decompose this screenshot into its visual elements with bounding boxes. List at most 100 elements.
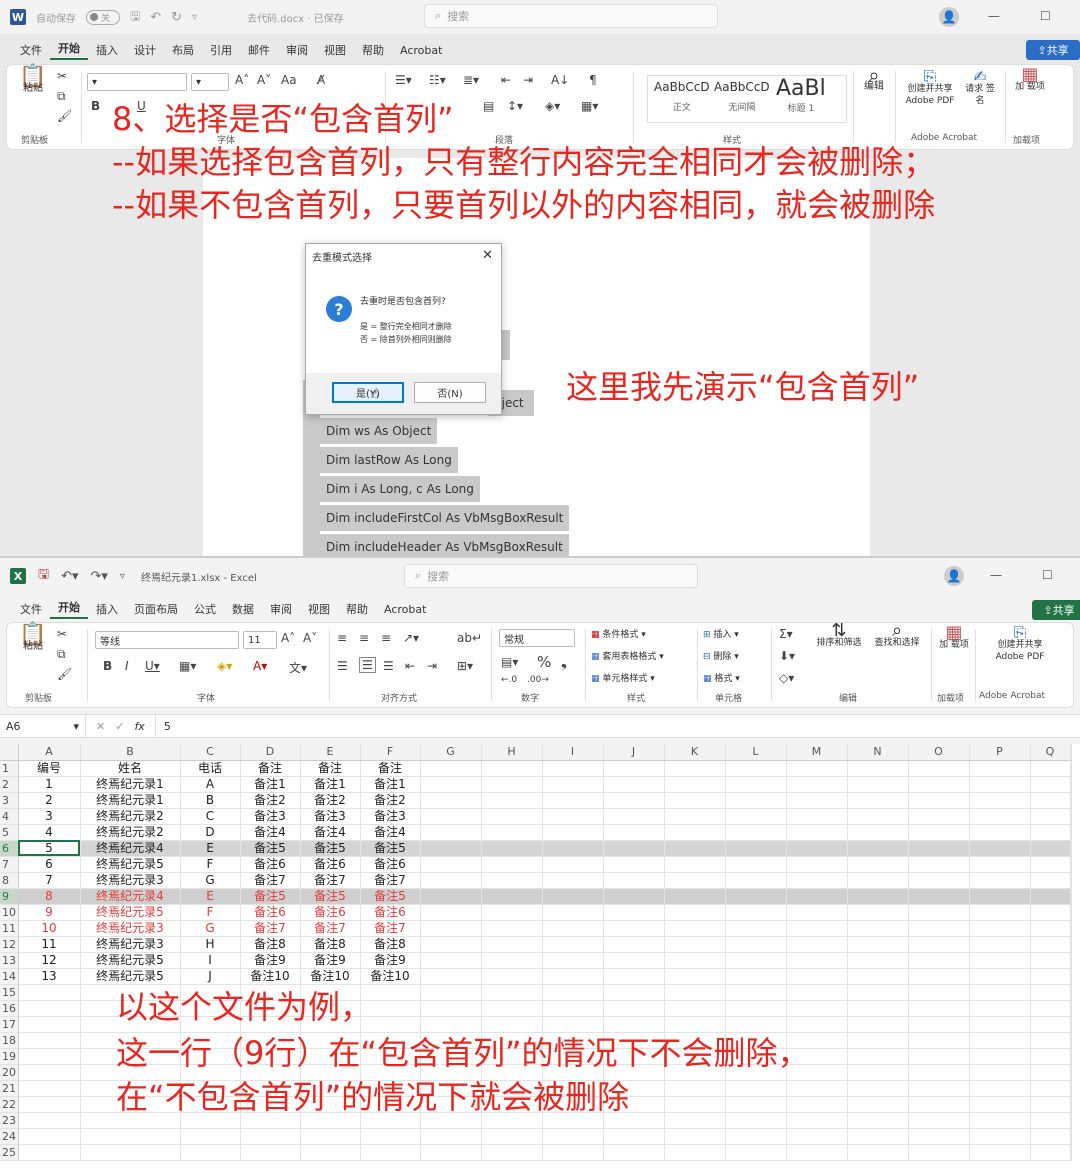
cell[interactable]: 备注7 [360,872,421,889]
cell[interactable] [1030,1048,1071,1065]
cell[interactable] [908,1064,970,1081]
cell[interactable] [725,760,787,777]
save-icon[interactable]: 🖫 [130,7,140,28]
underline-icon[interactable]: U▾ [145,659,160,673]
cell[interactable] [664,968,726,985]
row-header[interactable]: 11 [0,920,19,937]
cell[interactable] [18,1064,81,1081]
cell[interactable]: G [180,872,241,889]
cell[interactable] [1030,1016,1071,1033]
cell[interactable] [847,824,909,841]
cell[interactable] [847,776,909,793]
align-top-icon[interactable]: ≡ [337,631,347,645]
cell-style-button[interactable]: ▦ 单元格样式 ▾ [591,673,655,685]
cell[interactable] [542,776,604,793]
row-header[interactable]: 17 [0,1016,19,1033]
paste-button[interactable]: 📋 粘贴 [15,66,51,95]
name-box[interactable]: A6 ▾ [0,715,86,737]
cell[interactable] [1070,840,1072,857]
cell[interactable] [603,872,665,889]
excel-search-box[interactable]: ⌕ 搜索 [404,564,698,588]
cell[interactable] [664,952,726,969]
cell[interactable]: 8 [18,888,81,905]
cell[interactable] [542,1128,604,1145]
cell[interactable] [18,1048,81,1065]
row-header[interactable]: 10 [0,904,19,921]
decrease-decimal-icon[interactable]: .00→ [527,675,549,685]
column-header[interactable]: P [969,744,1031,761]
cell[interactable] [664,776,726,793]
column-header[interactable]: D [240,744,301,761]
copy-icon[interactable]: ⧉ [57,647,66,662]
cell[interactable] [542,952,604,969]
cell[interactable] [664,1112,726,1129]
cell[interactable] [1030,1000,1071,1017]
row-header[interactable]: 6 [0,840,19,857]
cell[interactable]: 备注10 [240,968,301,985]
cell[interactable]: 备注 [240,760,301,777]
row-header[interactable]: 8 [0,872,19,889]
borders-icon[interactable]: ▦▾ [581,99,598,113]
cell[interactable] [786,1000,848,1017]
style-no-spacing[interactable]: AaBbCcD 无间隔 [714,80,770,113]
cell[interactable]: 终焉纪元录1 [80,776,181,793]
cell[interactable] [908,776,970,793]
cell[interactable] [542,808,604,825]
cell[interactable] [420,1000,482,1017]
increase-indent-icon[interactable]: ⇥ [427,659,437,673]
cell[interactable] [786,952,848,969]
shrink-font-icon[interactable]: A˅ [303,631,317,645]
word-tab-4[interactable]: 布局 [164,42,202,58]
cell[interactable] [1070,888,1072,905]
cell[interactable] [603,968,665,985]
cell[interactable] [603,840,665,857]
cell[interactable] [969,856,1031,873]
borders-icon[interactable]: ▦▾ [179,659,196,673]
cell[interactable] [420,1128,482,1145]
cell[interactable] [542,920,604,937]
cell[interactable] [786,856,848,873]
cell[interactable]: 备注9 [240,952,301,969]
minimize-icon[interactable]: — [988,9,1000,23]
cell[interactable] [847,984,909,1001]
cell[interactable] [1070,920,1072,937]
cell[interactable] [1030,984,1071,1001]
cell[interactable]: 备注8 [300,936,361,953]
cell[interactable] [1030,792,1071,809]
row-header[interactable]: 22 [0,1096,19,1113]
cell[interactable]: 编号 [18,760,81,777]
row-header[interactable]: 14 [0,968,19,985]
cell[interactable] [969,1064,1031,1081]
cell[interactable] [1030,904,1071,921]
cell[interactable] [360,1128,421,1145]
excel-tab-1[interactable]: 开始 [50,599,88,619]
align-left-icon[interactable]: ☰ [337,659,348,673]
cell[interactable]: 备注5 [300,840,361,857]
cell[interactable] [481,808,543,825]
cell[interactable] [603,792,665,809]
cell[interactable] [786,824,848,841]
cell[interactable]: A [180,776,241,793]
comma-icon[interactable]: ❟ [561,653,567,671]
cell[interactable] [18,1080,81,1097]
sort-icon[interactable]: A↓ [551,73,569,87]
word-share-button[interactable]: ⇪ 共享 [1026,40,1080,60]
cell[interactable] [969,824,1031,841]
cell[interactable] [1030,856,1071,873]
cell[interactable] [18,1096,81,1113]
qat-more-icon[interactable]: ▿ [120,571,125,582]
cell[interactable] [786,920,848,937]
cell[interactable]: 备注6 [360,904,421,921]
cell[interactable] [847,1144,909,1161]
cell[interactable] [420,1016,482,1033]
cell[interactable] [1030,1096,1071,1113]
row-header[interactable]: 3 [0,792,19,809]
excel-tab-9[interactable]: Acrobat [376,603,434,616]
cell[interactable] [908,1112,970,1129]
cell[interactable]: B [180,792,241,809]
cell[interactable]: 备注4 [360,824,421,841]
cell[interactable]: 备注2 [300,792,361,809]
cell[interactable] [542,1016,604,1033]
cell[interactable] [847,1032,909,1049]
row-header[interactable]: 5 [0,824,19,841]
